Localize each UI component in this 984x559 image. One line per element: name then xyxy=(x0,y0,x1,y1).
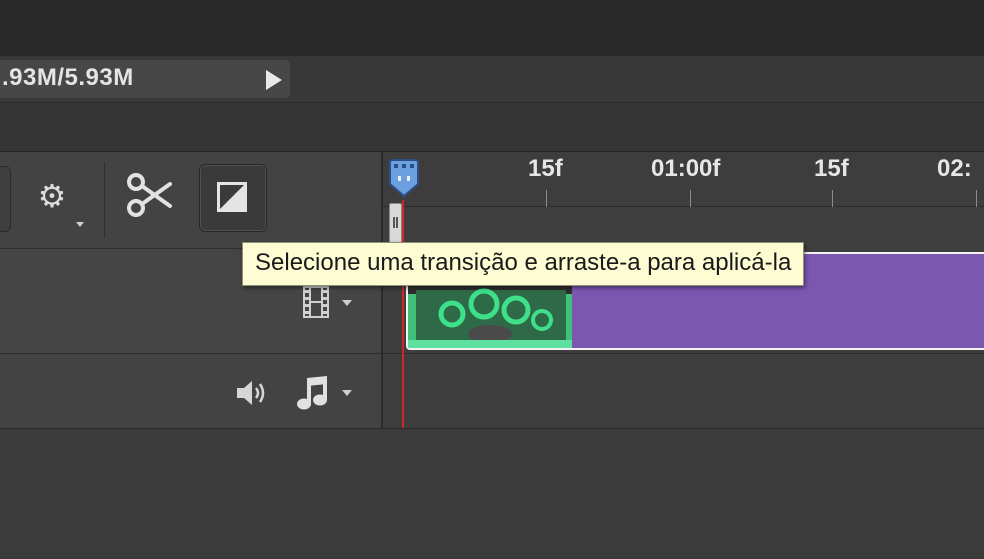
chevron-down-icon xyxy=(76,222,84,227)
timeline-panel-header xyxy=(0,103,984,152)
chevron-down-icon[interactable] xyxy=(342,300,352,306)
playhead-handle[interactable] xyxy=(388,158,420,198)
work-area-start-handle[interactable] xyxy=(389,203,402,243)
film-strip-icon[interactable] xyxy=(303,286,329,318)
ruler-label: 15f xyxy=(814,155,849,182)
ruler-label: 01:00f xyxy=(651,155,721,182)
bottom-panel xyxy=(0,428,984,559)
playhead-line xyxy=(402,200,404,428)
toolbar-separator xyxy=(104,162,105,238)
grip-icon xyxy=(393,217,398,228)
audio-track-lane[interactable] xyxy=(383,354,984,428)
doc-size-text: .93M/5.93M xyxy=(2,64,134,91)
chevron-down-icon[interactable] xyxy=(342,390,352,396)
app-top-area xyxy=(0,0,984,56)
music-note-icon[interactable] xyxy=(296,374,332,412)
ruler-label: 02: xyxy=(937,155,972,182)
triangle-right-icon[interactable] xyxy=(266,70,282,90)
transition-button[interactable] xyxy=(199,164,267,232)
gear-icon: ⚙ xyxy=(37,178,67,214)
tooltip: Selecione uma transição e arraste-a para… xyxy=(242,242,805,286)
scissors-icon xyxy=(127,173,172,217)
split-at-playhead-button[interactable] xyxy=(118,168,178,224)
toolbar-button-partial[interactable] xyxy=(0,166,11,232)
transition-icon xyxy=(217,182,247,212)
settings-button[interactable]: ⚙ xyxy=(32,170,88,232)
speaker-icon[interactable] xyxy=(235,378,269,408)
ruler-label: 15f xyxy=(528,155,563,182)
